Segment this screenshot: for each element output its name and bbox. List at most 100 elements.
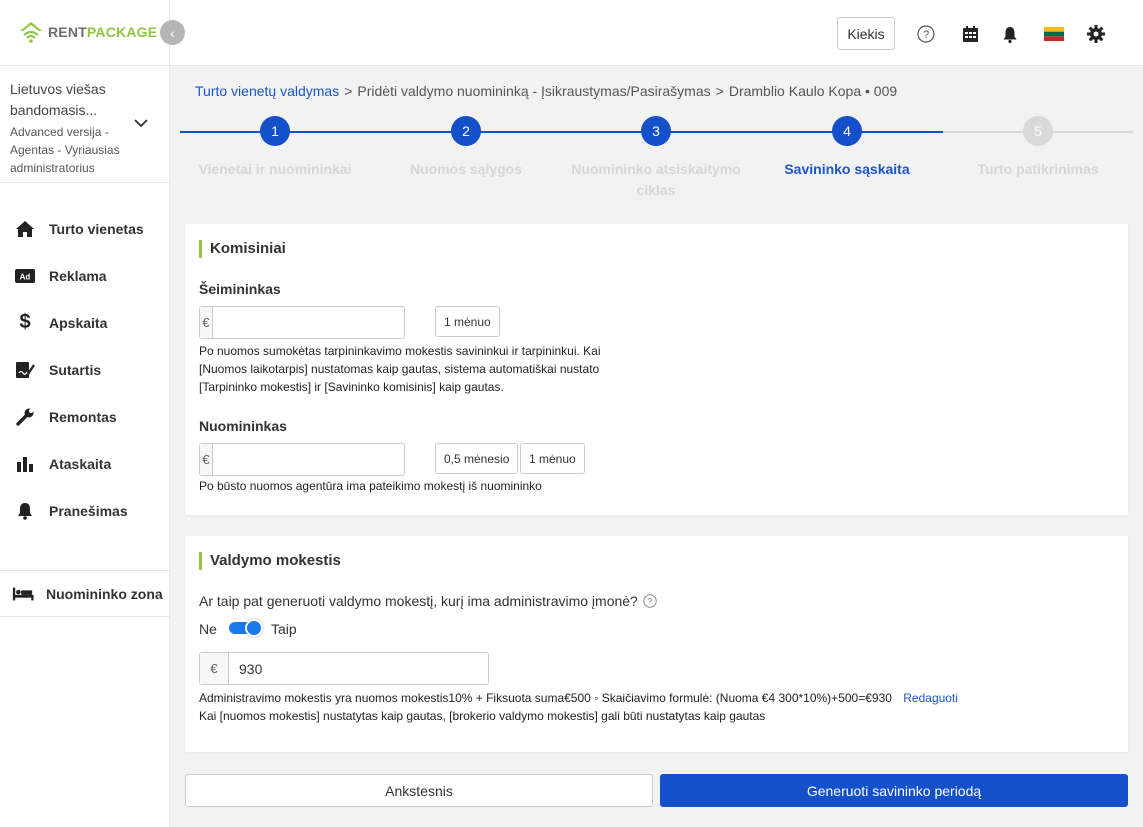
- bell-icon: [14, 501, 36, 521]
- breadcrumb-separator: >: [715, 83, 724, 99]
- logo-text: RENTPACKAGE: [48, 24, 158, 40]
- sidebar: RENTPACKAGE ‹ Lietuvos viešas bandomasis…: [0, 0, 185, 827]
- dollar-icon: $: [19, 311, 31, 333]
- home-icon: [14, 219, 36, 239]
- step-number: 3: [641, 116, 671, 146]
- collapse-sidebar-button[interactable]: ‹: [160, 20, 185, 45]
- toggle-off-label: Ne: [199, 621, 217, 637]
- commission-card: Komisiniai Šeimininkas € 1 mėnuo Po nuom…: [185, 224, 1128, 515]
- wrench-icon: [14, 407, 36, 427]
- breadcrumb-item: Pridėti valdymo nuomininką - Įsikraustym…: [357, 83, 711, 99]
- svg-text:?: ?: [923, 29, 929, 41]
- generate-owner-period-button[interactable]: Generuoti savininko periodą: [660, 774, 1128, 807]
- management-fee-field[interactable]: €: [199, 652, 489, 685]
- step-2[interactable]: 2 Nuomos sąlygos: [371, 116, 561, 180]
- sidebar-item-label: Ataskaita: [49, 455, 112, 472]
- tenant-zone-label: Nuomininko zona: [46, 585, 163, 602]
- currency-prefix: €: [200, 307, 213, 338]
- breadcrumb: Turto vienetų valdymas > Pridėti valdymo n…: [195, 83, 897, 99]
- step-number: 2: [451, 116, 481, 146]
- breadcrumb-link-units[interactable]: Turto vienetų valdymas: [195, 83, 339, 99]
- sidebar-item-reklama[interactable]: Ad Reklama: [0, 252, 170, 299]
- sidebar-nav: Turto vienetas Ad Reklama $ Apskaita Sut…: [0, 205, 170, 534]
- sidebar-item-apskaita[interactable]: $ Apskaita: [0, 299, 170, 346]
- landlord-commission-field[interactable]: €: [199, 306, 405, 339]
- step-1[interactable]: 1 Vienetai ir nuomininkai: [180, 116, 370, 180]
- sidebar-item-label: Pranešimas: [49, 502, 128, 519]
- toggle-knob: [245, 619, 263, 637]
- sidebar-item-label: Apskaita: [49, 314, 108, 331]
- management-fee-question-row: Ar taip pat generuoti valdymo mokestį, k…: [199, 593, 657, 609]
- landlord-chip-1-month[interactable]: 1 mėnuo: [435, 306, 500, 337]
- tenant-label: Nuomininkas: [199, 418, 287, 434]
- management-fee-input[interactable]: [229, 653, 488, 684]
- breadcrumb-current: Dramblio Kaulo Kopa • 009: [728, 83, 898, 99]
- landlord-label: Šeimininkas: [199, 281, 281, 297]
- ad-icon: Ad: [14, 266, 36, 286]
- commission-title: Komisiniai: [199, 240, 286, 258]
- management-fee-card: Valdymo mokestis Ar taip pat generuoti v…: [185, 536, 1128, 752]
- help-circle-icon[interactable]: ?: [643, 594, 657, 608]
- landlord-commission-input[interactable]: [213, 307, 404, 338]
- tenant-help-text: Po būsto nuomos agentūra ima pateikimo m…: [199, 479, 542, 493]
- settings-gear-icon[interactable]: [1086, 24, 1106, 44]
- management-fee-formula-row: Administravimo mokestis yra nuomos mokes…: [199, 689, 958, 707]
- help-icon[interactable]: ?: [916, 24, 936, 44]
- wifi-house-logo-icon: [20, 22, 42, 43]
- sidebar-item-label: Remontas: [49, 408, 117, 425]
- step-label: Turto patikrinimas: [977, 161, 1099, 177]
- step-label: Nuomos sąlygos: [409, 161, 523, 177]
- step-3[interactable]: 3 Nuomininko atsiskaitymo ciklas: [561, 116, 751, 201]
- bar-chart-icon: [14, 454, 36, 474]
- step-5[interactable]: 5 Turto patikrinimas: [943, 116, 1133, 180]
- step-number: 5: [1023, 116, 1053, 146]
- step-label: Savininko sąskaita: [784, 161, 910, 177]
- sidebar-item-remontas[interactable]: Remontas: [0, 393, 170, 440]
- logo[interactable]: RENTPACKAGE: [18, 20, 157, 44]
- landlord-help-text: Po nuomos sumokėtas tarpininkavimo mokes…: [199, 344, 601, 394]
- sidebar-item-pranesimas[interactable]: Pranešimas: [0, 487, 170, 534]
- stepper: 1 Vienetai ir nuomininkai 2 Nuomos sąlyg…: [180, 116, 1133, 198]
- svg-text:Ad: Ad: [20, 272, 31, 281]
- tenant-chip-1-month[interactable]: 1 mėnuo: [520, 443, 585, 474]
- management-fee-note: Kai [nuomos mokestis] nustatytas kaip ga…: [199, 709, 766, 723]
- account-name: Lietuvos viešas bandomasis...: [10, 81, 106, 118]
- sidebar-item-tenant-zone[interactable]: Nuomininko zona: [0, 570, 170, 617]
- calendar-icon[interactable]: [960, 24, 980, 44]
- step-label: Nuomininko atsiskaitymo ciklas: [571, 161, 741, 198]
- breadcrumb-separator: >: [344, 83, 353, 99]
- step-label: Vienetai ir nuomininkai: [198, 161, 352, 177]
- step-number: 1: [260, 116, 290, 146]
- step-4[interactable]: 4 Savininko sąskaita: [752, 116, 942, 180]
- currency-prefix: €: [200, 444, 213, 475]
- account-subtitle: Advanced versija - Agentas - Vyriausias …: [10, 125, 120, 175]
- previous-button[interactable]: Ankstesnis: [185, 774, 653, 807]
- management-fee-toggle[interactable]: [229, 619, 263, 637]
- sidebar-item-turto-vienetas[interactable]: Turto vienetas: [0, 205, 170, 252]
- svg-text:?: ?: [647, 597, 652, 607]
- sidebar-item-label: Sutartis: [49, 361, 102, 378]
- bed-icon: [12, 584, 34, 604]
- kiekis-button[interactable]: Kiekis: [837, 17, 895, 50]
- tenant-commission-field[interactable]: €: [199, 443, 405, 476]
- management-fee-question: Ar taip pat generuoti valdymo mokestį, k…: [199, 593, 638, 609]
- sidebar-item-label: Turto vienetas: [49, 220, 144, 237]
- contract-icon: [14, 360, 36, 380]
- notification-bell-icon[interactable]: [1000, 24, 1020, 44]
- sidebar-item-ataskaita[interactable]: Ataskaita: [0, 440, 170, 487]
- currency-prefix: €: [200, 653, 229, 684]
- toggle-on-label: Taip: [271, 621, 297, 637]
- account-switcher[interactable]: Lietuvos viešas bandomasis... Advanced v…: [0, 65, 170, 183]
- tenant-commission-input[interactable]: [213, 444, 404, 475]
- step-number: 4: [832, 116, 862, 146]
- tenant-chip-half-month[interactable]: 0,5 mėnesio: [435, 443, 519, 474]
- top-header: Kiekis ?: [170, 0, 1143, 66]
- chevron-down-icon: [134, 119, 148, 128]
- sidebar-item-label: Reklama: [49, 267, 107, 284]
- lithuania-flag-icon[interactable]: [1043, 24, 1065, 44]
- chevron-left-icon: ‹: [170, 24, 175, 41]
- sidebar-item-sutartis[interactable]: Sutartis: [0, 346, 170, 393]
- management-fee-formula: Administravimo mokestis yra nuomos mokes…: [199, 691, 892, 705]
- management-fee-title: Valdymo mokestis: [199, 552, 341, 570]
- edit-formula-link[interactable]: Redaguoti: [903, 691, 958, 705]
